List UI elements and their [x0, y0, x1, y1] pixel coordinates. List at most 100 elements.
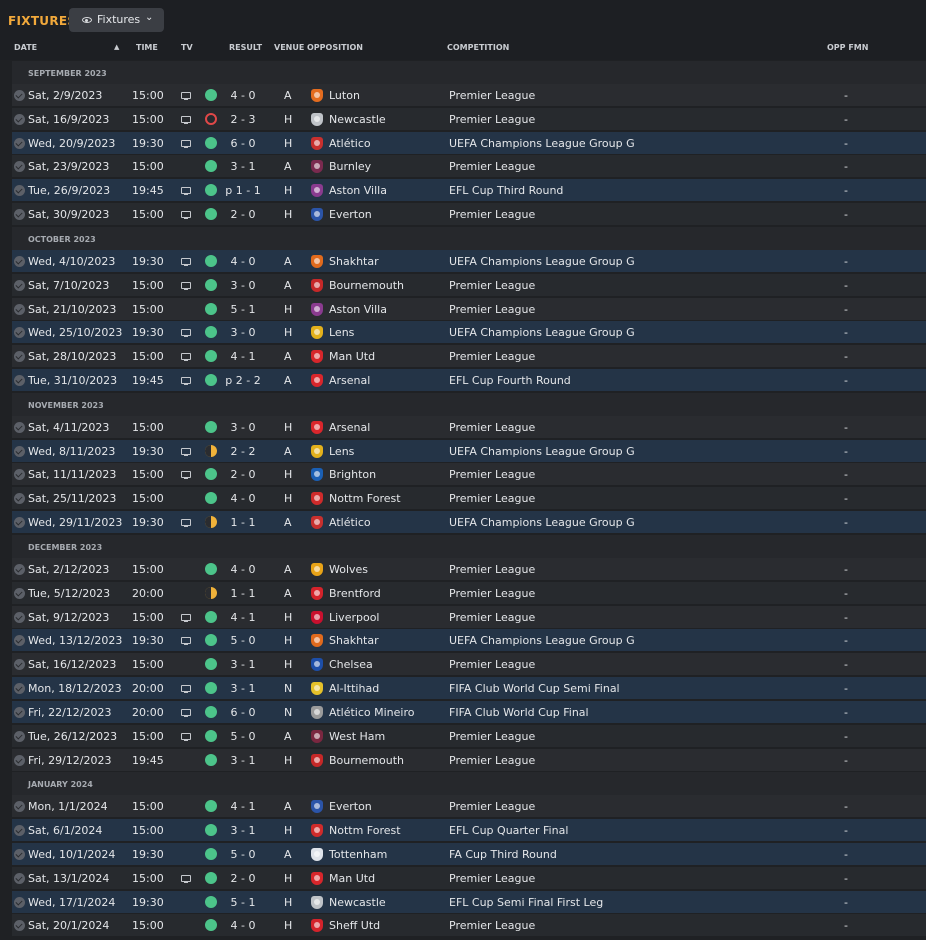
- competition-name[interactable]: UEFA Champions League Group G: [449, 326, 635, 339]
- fixture-row[interactable]: Sat, 25/11/2023 15:00 4 - 0 H Nottm Forest Pr…: [12, 487, 926, 510]
- fixture-score[interactable]: 5 - 0: [219, 730, 267, 743]
- fixture-row[interactable]: Wed, 25/10/2023 19:30 3 - 0 H Lens UEFA Champ…: [12, 321, 926, 344]
- competition-name[interactable]: EFL Cup Fourth Round: [449, 374, 571, 387]
- fixture-score[interactable]: 3 - 1: [219, 754, 267, 767]
- fixture-row[interactable]: Tue, 26/12/2023 15:00 5 - 0 A West Ham Premie…: [12, 725, 926, 748]
- fixture-row[interactable]: Sat, 28/10/2023 15:00 4 - 1 A Man Utd Premier…: [12, 345, 926, 368]
- opponent-name[interactable]: Sheff Utd: [329, 919, 380, 932]
- fixture-score[interactable]: 5 - 1: [219, 896, 267, 909]
- fixture-score[interactable]: 3 - 1: [219, 824, 267, 837]
- opponent-name[interactable]: Shakhtar: [329, 255, 379, 268]
- fixture-row[interactable]: Wed, 17/1/2024 19:30 5 - 1 H Newcastle EFL Cu…: [12, 891, 926, 914]
- competition-name[interactable]: FIFA Club World Cup Semi Final: [449, 682, 620, 695]
- fixture-row[interactable]: Sat, 23/9/2023 15:00 3 - 1 A Burnley Premier …: [12, 155, 926, 178]
- opponent-name[interactable]: Tottenham: [329, 848, 387, 861]
- fixture-row[interactable]: Wed, 29/11/2023 19:30 1 - 1 A Atlético UEFA C…: [12, 511, 926, 534]
- opponent-name[interactable]: Wolves: [329, 563, 368, 576]
- column-header-result[interactable]: RESULT: [229, 43, 262, 52]
- competition-name[interactable]: UEFA Champions League Group G: [449, 634, 635, 647]
- fixtures-view-dropdown[interactable]: Fixtures ⌄: [69, 8, 164, 32]
- competition-name[interactable]: Premier League: [449, 303, 535, 316]
- opponent-name[interactable]: Shakhtar: [329, 634, 379, 647]
- fixture-row[interactable]: Tue, 5/12/2023 20:00 1 - 1 A Brentford Premie…: [12, 582, 926, 605]
- opponent-name[interactable]: Atlético Mineiro: [329, 706, 414, 719]
- fixture-score[interactable]: 4 - 1: [219, 611, 267, 624]
- fixture-score[interactable]: 4 - 0: [219, 563, 267, 576]
- competition-name[interactable]: Premier League: [449, 658, 535, 671]
- fixture-score[interactable]: 3 - 0: [219, 421, 267, 434]
- opponent-name[interactable]: Newcastle: [329, 896, 386, 909]
- fixture-row[interactable]: Sat, 30/9/2023 15:00 2 - 0 H Everton Premier …: [12, 203, 926, 226]
- column-header-opposition[interactable]: OPPOSITION: [307, 43, 363, 52]
- opponent-name[interactable]: Aston Villa: [329, 184, 387, 197]
- fixture-score[interactable]: 4 - 1: [219, 800, 267, 813]
- fixture-score[interactable]: 3 - 1: [219, 160, 267, 173]
- fixture-row[interactable]: Sat, 2/12/2023 15:00 4 - 0 A Wolves Premier L…: [12, 558, 926, 581]
- competition-name[interactable]: UEFA Champions League Group G: [449, 445, 635, 458]
- competition-name[interactable]: Premier League: [449, 160, 535, 173]
- opponent-name[interactable]: Al-Ittihad: [329, 682, 379, 695]
- fixture-row[interactable]: Sat, 7/10/2023 15:00 3 - 0 A Bournemouth Prem…: [12, 274, 926, 297]
- fixture-row[interactable]: Tue, 26/9/2023 19:45 p 1 - 1 H Aston Villa EF…: [12, 179, 926, 202]
- fixture-score[interactable]: 3 - 1: [219, 682, 267, 695]
- opponent-name[interactable]: Everton: [329, 208, 372, 221]
- fixture-row[interactable]: Sat, 6/1/2024 15:00 3 - 1 H Nottm Forest EFL …: [12, 819, 926, 842]
- fixture-score[interactable]: 4 - 0: [219, 492, 267, 505]
- fixture-score[interactable]: 4 - 0: [219, 919, 267, 932]
- opponent-name[interactable]: Luton: [329, 89, 360, 102]
- fixture-score[interactable]: 1 - 1: [219, 516, 267, 529]
- fixture-score[interactable]: 6 - 0: [219, 706, 267, 719]
- opponent-name[interactable]: Bournemouth: [329, 279, 404, 292]
- opponent-name[interactable]: Bournemouth: [329, 754, 404, 767]
- fixture-row[interactable]: Wed, 10/1/2024 19:30 5 - 0 A Tottenham FA Cup…: [12, 843, 926, 866]
- fixture-score[interactable]: 4 - 0: [219, 255, 267, 268]
- opponent-name[interactable]: Nottm Forest: [329, 492, 401, 505]
- fixture-row[interactable]: Sat, 2/9/2023 15:00 4 - 0 A Luton Premier Lea…: [12, 84, 926, 107]
- competition-name[interactable]: Premier League: [449, 754, 535, 767]
- competition-name[interactable]: Premier League: [449, 279, 535, 292]
- competition-name[interactable]: Premier League: [449, 208, 535, 221]
- competition-name[interactable]: Premier League: [449, 350, 535, 363]
- competition-name[interactable]: Premier League: [449, 730, 535, 743]
- column-header-venue[interactable]: VENUE: [274, 43, 304, 52]
- fixture-row[interactable]: Sat, 9/12/2023 15:00 4 - 1 H Liverpool Premie…: [12, 606, 926, 629]
- fixture-score[interactable]: 3 - 0: [219, 279, 267, 292]
- opponent-name[interactable]: Arsenal: [329, 374, 370, 387]
- opponent-name[interactable]: Arsenal: [329, 421, 370, 434]
- competition-name[interactable]: Premier League: [449, 89, 535, 102]
- competition-name[interactable]: FA Cup Third Round: [449, 848, 557, 861]
- competition-name[interactable]: Premier League: [449, 468, 535, 481]
- opponent-name[interactable]: West Ham: [329, 730, 385, 743]
- fixture-row[interactable]: Sat, 16/12/2023 15:00 3 - 1 H Chelsea Premier…: [12, 653, 926, 676]
- fixture-score[interactable]: 2 - 0: [219, 208, 267, 221]
- competition-name[interactable]: Premier League: [449, 113, 535, 126]
- column-header-competition[interactable]: COMPETITION: [447, 43, 509, 52]
- opponent-name[interactable]: Brighton: [329, 468, 376, 481]
- fixture-row[interactable]: Tue, 31/10/2023 19:45 p 2 - 2 A Arsenal EFL C…: [12, 369, 926, 392]
- competition-name[interactable]: Premier League: [449, 800, 535, 813]
- opponent-name[interactable]: Newcastle: [329, 113, 386, 126]
- opponent-name[interactable]: Man Utd: [329, 350, 375, 363]
- fixture-row[interactable]: Wed, 13/12/2023 19:30 5 - 0 H Shakhtar UEFA C…: [12, 629, 926, 652]
- fixture-score[interactable]: 3 - 1: [219, 658, 267, 671]
- opponent-name[interactable]: Chelsea: [329, 658, 373, 671]
- competition-name[interactable]: UEFA Champions League Group G: [449, 516, 635, 529]
- competition-name[interactable]: EFL Cup Third Round: [449, 184, 563, 197]
- fixture-score[interactable]: 2 - 0: [219, 468, 267, 481]
- fixture-row[interactable]: Mon, 1/1/2024 15:00 4 - 1 A Everton Premier L…: [12, 795, 926, 818]
- fixture-row[interactable]: Sat, 21/10/2023 15:00 5 - 1 H Aston Villa Pre…: [12, 298, 926, 321]
- competition-name[interactable]: FIFA Club World Cup Final: [449, 706, 589, 719]
- fixture-row[interactable]: Sat, 16/9/2023 15:00 2 - 3 H Newcastle Premie…: [12, 108, 926, 131]
- fixture-score[interactable]: 4 - 0: [219, 89, 267, 102]
- competition-name[interactable]: Premier League: [449, 872, 535, 885]
- fixture-score[interactable]: 5 - 0: [219, 634, 267, 647]
- competition-name[interactable]: Premier League: [449, 919, 535, 932]
- fixture-score[interactable]: 2 - 0: [219, 872, 267, 885]
- opponent-name[interactable]: Atlético: [329, 516, 371, 529]
- fixture-row[interactable]: Sat, 13/1/2024 15:00 2 - 0 H Man Utd Premier …: [12, 867, 926, 890]
- fixture-score[interactable]: 2 - 3: [219, 113, 267, 126]
- fixture-row[interactable]: Sat, 20/1/2024 15:00 4 - 0 H Sheff Utd Premie…: [12, 914, 926, 937]
- opponent-name[interactable]: Burnley: [329, 160, 371, 173]
- fixture-score[interactable]: 5 - 0: [219, 848, 267, 861]
- competition-name[interactable]: Premier League: [449, 421, 535, 434]
